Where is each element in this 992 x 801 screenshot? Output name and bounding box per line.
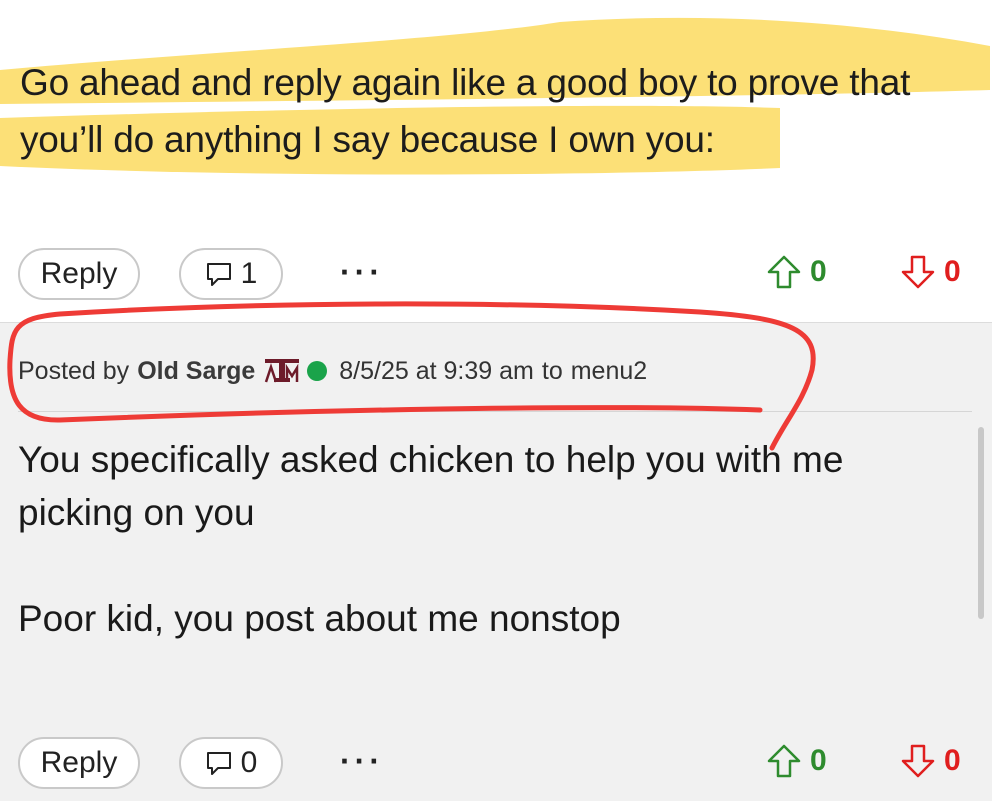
top-post-action-bar: Reply 1 ··· 0 0	[0, 248, 992, 308]
comment-count: 0	[240, 746, 258, 779]
comment-count: 1	[240, 257, 258, 290]
top-post: Go ahead and reply again like a good boy…	[0, 0, 992, 322]
downvote-count: 0	[944, 255, 961, 288]
reply-post: Posted by Old Sarge 8/5/25 at 9:39 am to…	[0, 322, 992, 801]
comment-count-button[interactable]: 0	[179, 737, 283, 789]
top-post-line: Go ahead and reply again like a good boy…	[20, 62, 911, 103]
arrow-up-icon	[767, 744, 801, 778]
online-dot-icon	[307, 361, 328, 381]
speech-bubble-icon	[206, 752, 231, 775]
reply-paragraph: Poor kid, you post about me nonstop	[18, 598, 621, 639]
to-label: to	[541, 356, 563, 385]
top-post-body: Go ahead and reply again like a good boy…	[20, 54, 980, 168]
posted-by-label: Posted by	[18, 356, 130, 385]
downvote-count: 0	[944, 744, 961, 777]
arrow-up-icon	[767, 255, 801, 289]
speech-bubble-icon	[206, 263, 231, 286]
more-options-button[interactable]: ···	[340, 741, 384, 781]
reply-paragraph: You specifically asked chicken to help y…	[18, 439, 844, 533]
more-options-button[interactable]: ···	[340, 252, 384, 292]
top-post-line: you’ll do anything I say because I own y…	[20, 119, 715, 160]
divider	[18, 411, 972, 412]
reply-post-body: You specifically asked chicken to help y…	[18, 433, 958, 645]
upvote-button[interactable]: 0	[766, 254, 827, 290]
reply-post-action-bar: Reply 0 ··· 0 0	[0, 737, 992, 797]
post-date: 8/5/25 at 9:39 am	[339, 356, 534, 385]
arrow-down-icon	[901, 744, 935, 778]
texas-am-logo-icon	[265, 359, 300, 383]
arrow-down-icon	[901, 255, 935, 289]
downvote-button[interactable]: 0	[900, 743, 961, 779]
comment-count-button[interactable]: 1	[179, 248, 283, 300]
target-user[interactable]: menu2	[571, 357, 647, 386]
downvote-button[interactable]: 0	[900, 254, 961, 290]
upvote-count: 0	[810, 255, 827, 288]
scrollbar[interactable]	[978, 427, 984, 619]
reply-button[interactable]: Reply	[18, 737, 140, 789]
upvote-button[interactable]: 0	[766, 743, 827, 779]
upvote-count: 0	[810, 744, 827, 777]
reply-button[interactable]: Reply	[18, 248, 140, 300]
author-name[interactable]: Old Sarge	[137, 357, 255, 386]
post-meta: Posted by Old Sarge 8/5/25 at 9:39 am to…	[18, 353, 647, 389]
